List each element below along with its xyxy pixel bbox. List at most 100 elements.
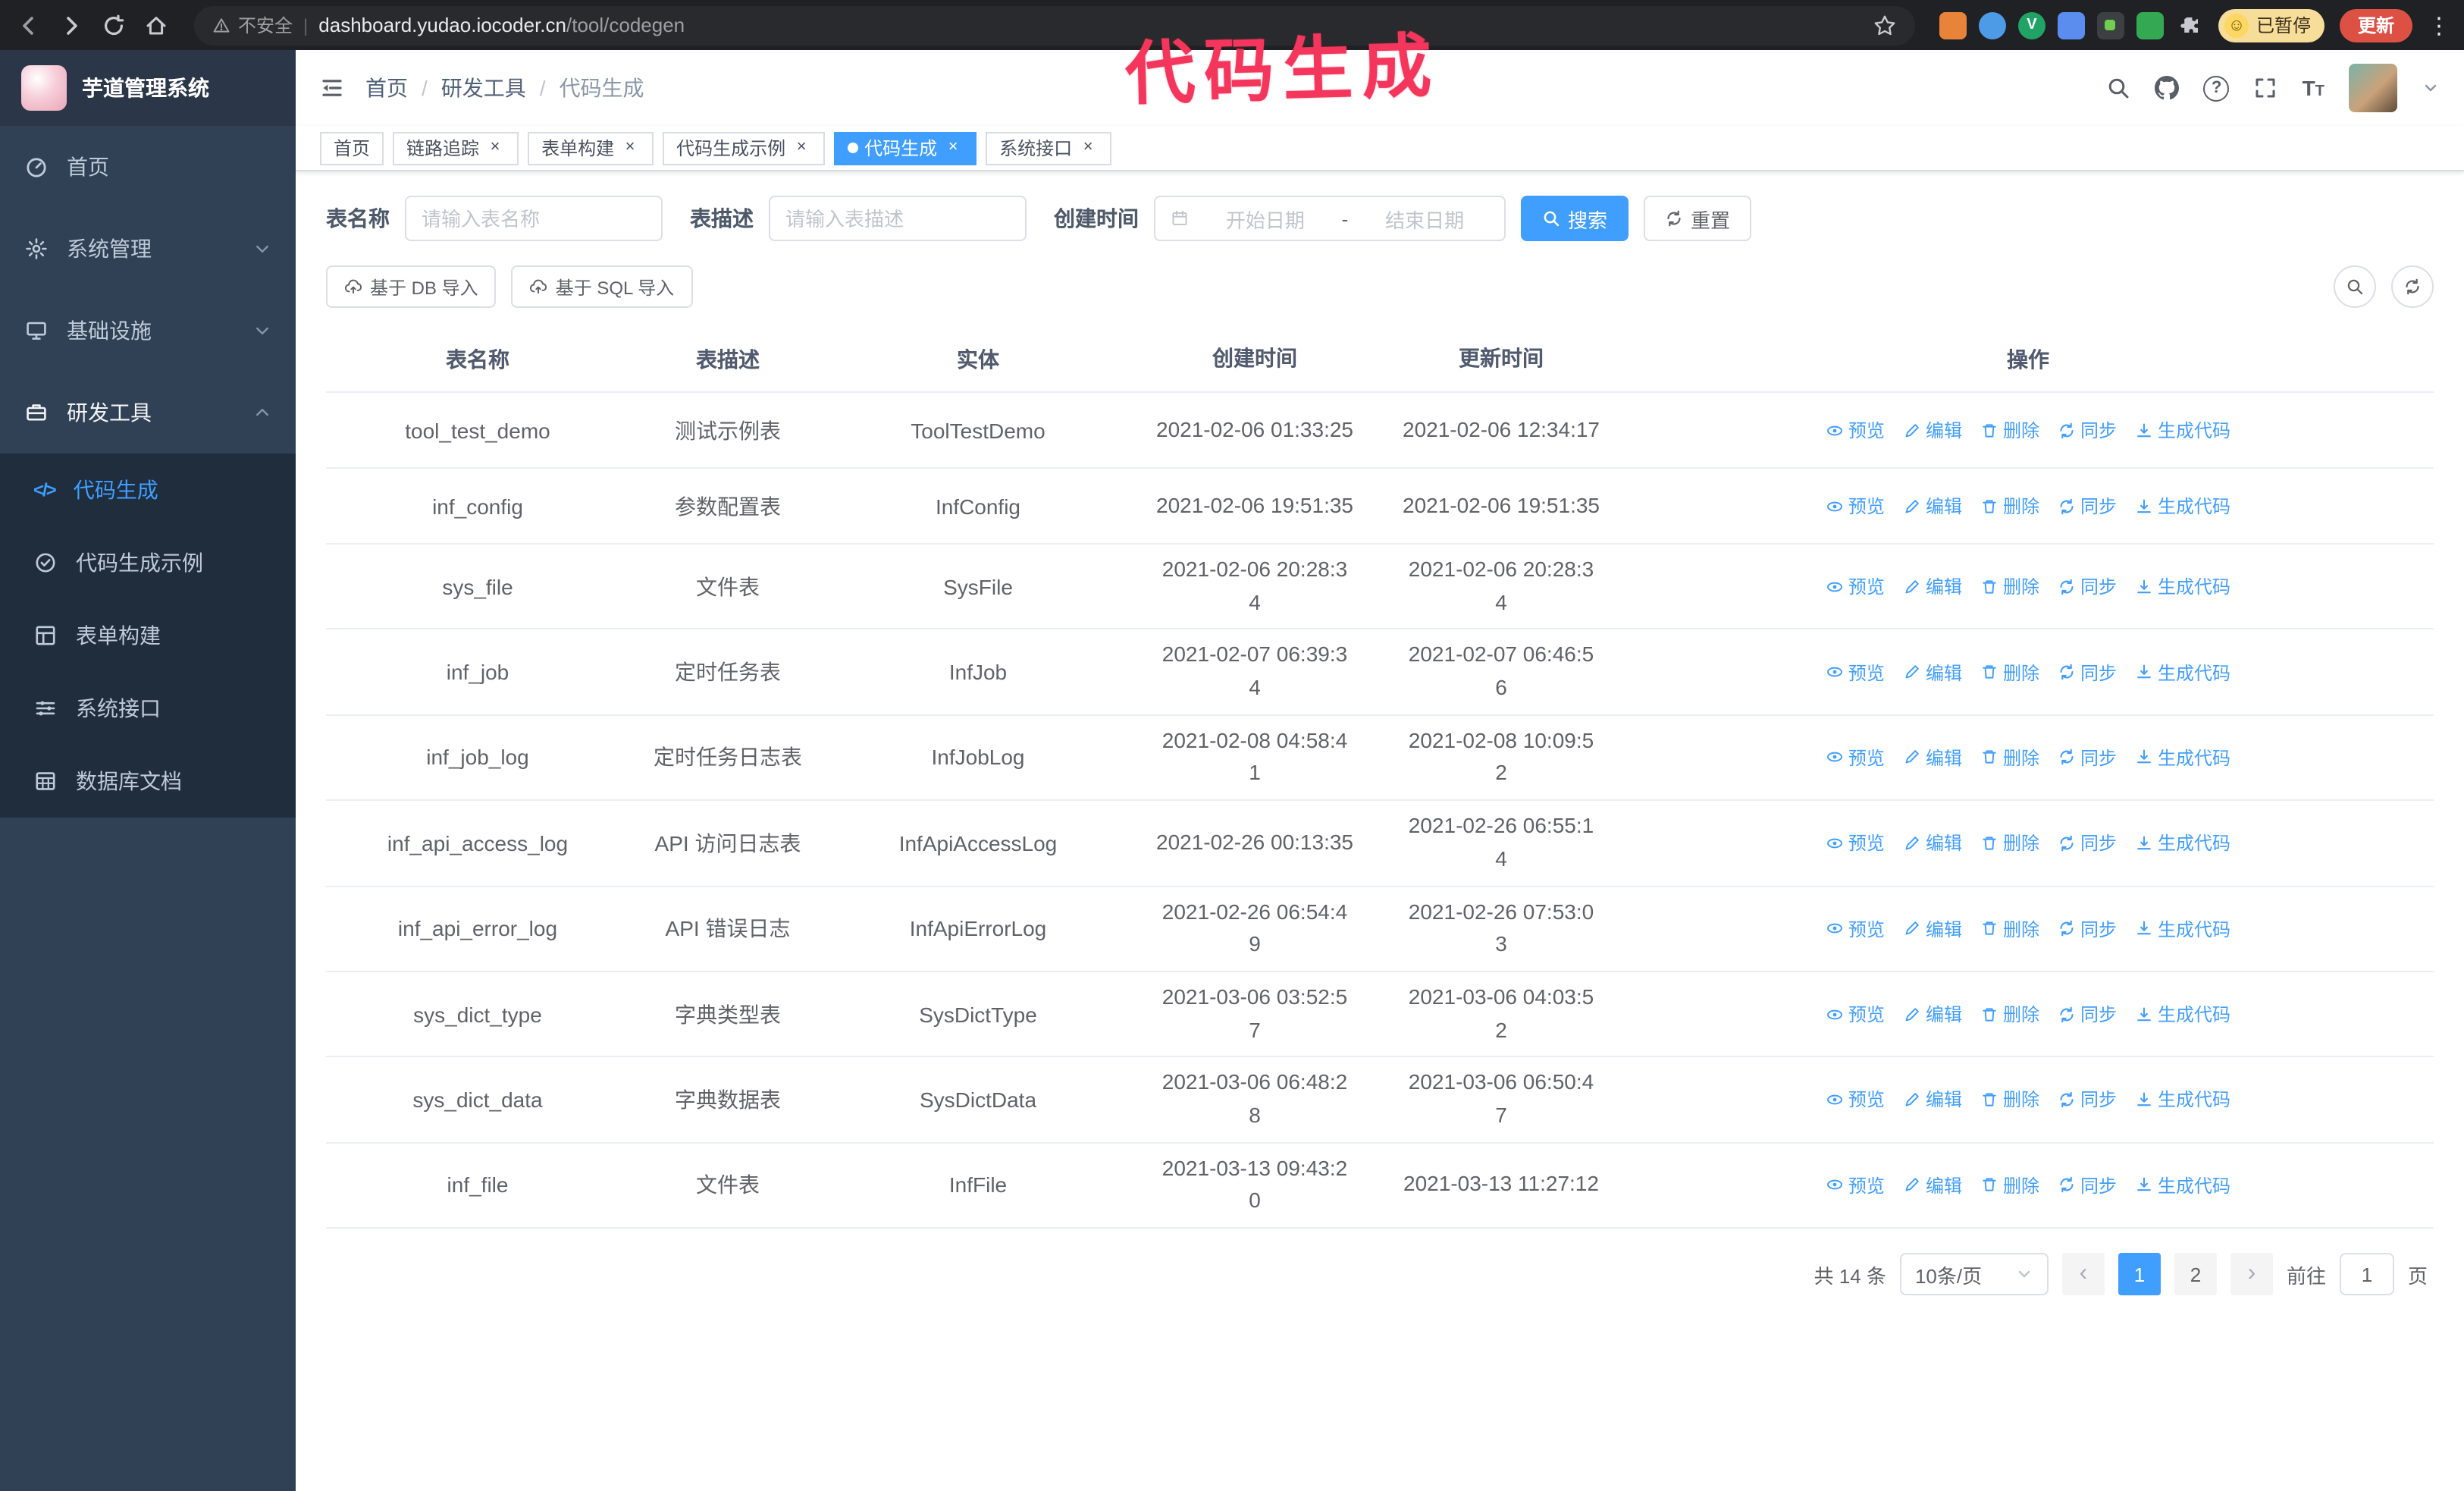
edit-link[interactable]: 编辑 bbox=[1903, 1172, 1962, 1198]
back-icon[interactable] bbox=[15, 11, 42, 39]
extension-icon-dark[interactable] bbox=[2096, 11, 2124, 39]
delete-link[interactable]: 删除 bbox=[1980, 745, 2039, 771]
preview-link[interactable]: 预览 bbox=[1826, 830, 1885, 856]
sidebar-item-system-api[interactable]: 系统接口 bbox=[0, 672, 296, 745]
reset-button[interactable]: 重置 bbox=[1644, 196, 1752, 241]
avatar-caret-icon[interactable] bbox=[2422, 79, 2440, 97]
generate-code-link[interactable]: 生成代码 bbox=[2135, 493, 2230, 519]
sidebar-fold-icon[interactable] bbox=[320, 76, 344, 100]
reload-icon[interactable] bbox=[100, 11, 127, 39]
sidebar-item-db-docs[interactable]: 数据库文档 bbox=[0, 745, 296, 818]
home-icon[interactable] bbox=[143, 11, 170, 39]
delete-link[interactable]: 删除 bbox=[1980, 1001, 2039, 1027]
table-desc-input[interactable] bbox=[769, 196, 1027, 241]
import-db-button[interactable]: 基于 DB 导入 bbox=[326, 265, 497, 308]
sync-link[interactable]: 同步 bbox=[2058, 1001, 2117, 1027]
close-icon[interactable]: × bbox=[485, 138, 505, 158]
sync-link[interactable]: 同步 bbox=[2058, 830, 2117, 856]
extensions-puzzle-icon[interactable] bbox=[2176, 11, 2203, 39]
generate-code-link[interactable]: 生成代码 bbox=[2135, 1172, 2230, 1198]
help-icon[interactable]: ? bbox=[2203, 75, 2230, 101]
tab-codegen-example[interactable]: 代码生成示例 × bbox=[663, 131, 826, 165]
search-button[interactable]: 搜索 bbox=[1521, 196, 1629, 241]
delete-link[interactable]: 删除 bbox=[1980, 659, 2039, 685]
generate-code-link[interactable]: 生成代码 bbox=[2135, 417, 2230, 443]
generate-code-link[interactable]: 生成代码 bbox=[2135, 573, 2230, 599]
sidebar-item-home[interactable]: 首页 bbox=[0, 126, 296, 208]
next-page-button[interactable]: › bbox=[2230, 1253, 2273, 1295]
toggle-search-button[interactable] bbox=[2334, 265, 2376, 308]
sidebar-item-form-builder[interactable]: 表单构建 bbox=[0, 599, 296, 672]
delete-link[interactable]: 删除 bbox=[1980, 417, 2039, 443]
close-icon[interactable]: × bbox=[1078, 138, 1098, 158]
edit-link[interactable]: 编辑 bbox=[1903, 1087, 1962, 1113]
edit-link[interactable]: 编辑 bbox=[1903, 573, 1962, 599]
generate-code-link[interactable]: 生成代码 bbox=[2135, 1001, 2230, 1027]
edit-link[interactable]: 编辑 bbox=[1903, 493, 1962, 519]
preview-link[interactable]: 预览 bbox=[1826, 915, 1885, 941]
page-button-2[interactable]: 2 bbox=[2174, 1253, 2217, 1295]
extension-icon-blue-grid[interactable] bbox=[2057, 11, 2085, 39]
delete-link[interactable]: 删除 bbox=[1980, 493, 2039, 519]
generate-code-link[interactable]: 生成代码 bbox=[2135, 1087, 2230, 1113]
edit-link[interactable]: 编辑 bbox=[1903, 830, 1962, 856]
page-button-1[interactable]: 1 bbox=[2118, 1253, 2161, 1295]
extension-icon-orange[interactable] bbox=[1939, 11, 1967, 39]
sync-link[interactable]: 同步 bbox=[2058, 417, 2117, 443]
preview-link[interactable]: 预览 bbox=[1826, 417, 1885, 443]
user-avatar[interactable] bbox=[2349, 64, 2397, 112]
sync-link[interactable]: 同步 bbox=[2058, 915, 2117, 941]
preview-link[interactable]: 预览 bbox=[1826, 573, 1885, 599]
edit-link[interactable]: 编辑 bbox=[1903, 659, 1962, 685]
tab-home[interactable]: 首页 bbox=[320, 131, 384, 165]
tab-trace[interactable]: 链路追踪 × bbox=[393, 131, 519, 165]
date-range-picker[interactable]: 开始日期 - 结束日期 bbox=[1154, 196, 1506, 241]
generate-code-link[interactable]: 生成代码 bbox=[2135, 915, 2230, 941]
sidebar-item-infrastructure[interactable]: 基础设施 bbox=[0, 290, 296, 372]
sync-link[interactable]: 同步 bbox=[2058, 493, 2117, 519]
sync-link[interactable]: 同步 bbox=[2058, 1172, 2117, 1198]
sidebar-item-codegen-example[interactable]: 代码生成示例 bbox=[0, 526, 296, 599]
insecure-warning[interactable]: 不安全 bbox=[212, 12, 293, 38]
breadcrumb-dev-tools[interactable]: 研发工具 bbox=[441, 73, 526, 103]
generate-code-link[interactable]: 生成代码 bbox=[2135, 745, 2230, 771]
generate-code-link[interactable]: 生成代码 bbox=[2135, 659, 2230, 685]
tab-codegen[interactable]: 代码生成 × bbox=[834, 131, 977, 165]
sidebar-item-system-management[interactable]: 系统管理 bbox=[0, 208, 296, 290]
bookmark-star-icon[interactable] bbox=[1873, 13, 1897, 37]
extension-icon-vue[interactable]: V bbox=[2017, 11, 2045, 39]
edit-link[interactable]: 编辑 bbox=[1903, 745, 1962, 771]
page-url[interactable]: dashboard.yudao.iocoder.cn/tool/codegen bbox=[318, 14, 1862, 36]
preview-link[interactable]: 预览 bbox=[1826, 1087, 1885, 1113]
preview-link[interactable]: 预览 bbox=[1826, 493, 1885, 519]
delete-link[interactable]: 删除 bbox=[1980, 830, 2039, 856]
edit-link[interactable]: 编辑 bbox=[1903, 915, 1962, 941]
github-icon[interactable] bbox=[2155, 76, 2180, 100]
search-icon[interactable] bbox=[2107, 76, 2131, 100]
preview-link[interactable]: 预览 bbox=[1826, 1001, 1885, 1027]
sync-link[interactable]: 同步 bbox=[2058, 745, 2117, 771]
import-sql-button[interactable]: 基于 SQL 导入 bbox=[511, 265, 693, 308]
close-icon[interactable]: × bbox=[792, 138, 811, 158]
close-icon[interactable]: × bbox=[620, 138, 640, 158]
close-icon[interactable]: × bbox=[943, 138, 963, 158]
sidebar-item-codegen[interactable]: </> 代码生成 bbox=[0, 454, 296, 526]
browser-menu-icon[interactable]: ⋮ bbox=[2428, 11, 2450, 39]
prev-page-button[interactable]: ‹ bbox=[2061, 1253, 2105, 1295]
sync-link[interactable]: 同步 bbox=[2058, 659, 2117, 685]
profile-chip[interactable]: ☺ 已暂停 bbox=[2218, 8, 2324, 42]
extension-icon-blue-drop[interactable] bbox=[1978, 11, 2006, 39]
table-name-input[interactable] bbox=[405, 196, 663, 241]
preview-link[interactable]: 预览 bbox=[1826, 745, 1885, 771]
sidebar-item-dev-tools[interactable]: 研发工具 bbox=[0, 372, 296, 454]
edit-link[interactable]: 编辑 bbox=[1903, 417, 1962, 443]
delete-link[interactable]: 删除 bbox=[1980, 915, 2039, 941]
forward-icon[interactable] bbox=[58, 11, 85, 39]
delete-link[interactable]: 删除 bbox=[1980, 573, 2039, 599]
tab-system-api[interactable]: 系统接口 × bbox=[986, 131, 1112, 165]
delete-link[interactable]: 删除 bbox=[1980, 1172, 2039, 1198]
goto-page-input[interactable] bbox=[2339, 1253, 2394, 1295]
sync-link[interactable]: 同步 bbox=[2058, 573, 2117, 599]
fullscreen-icon[interactable] bbox=[2254, 76, 2278, 100]
edit-link[interactable]: 编辑 bbox=[1903, 1001, 1962, 1027]
